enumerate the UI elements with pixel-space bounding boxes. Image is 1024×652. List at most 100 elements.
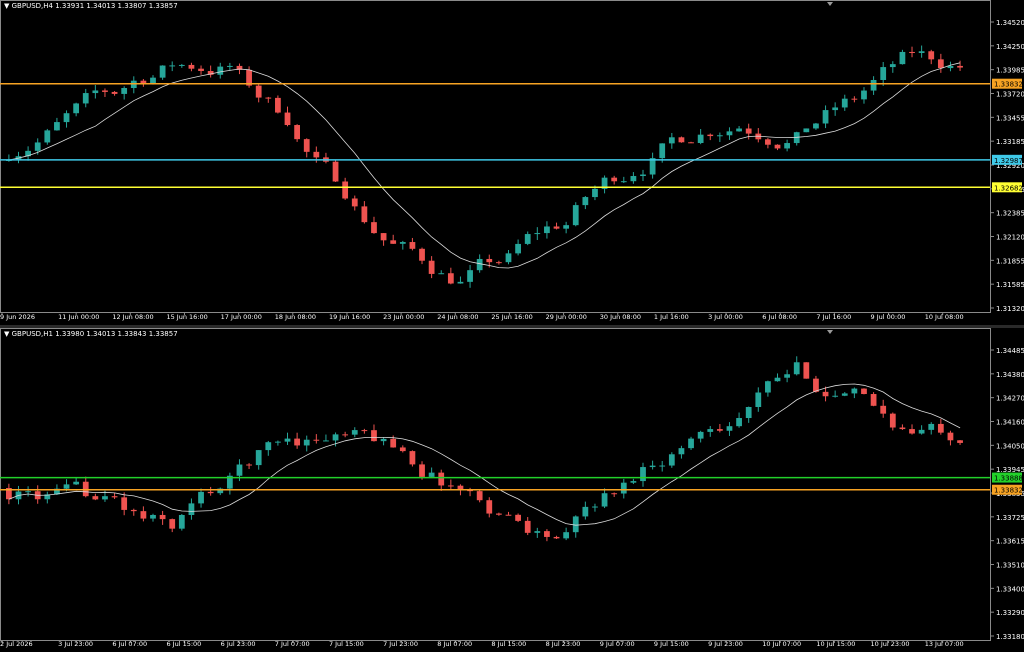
candle-body — [178, 514, 185, 529]
candle-body — [159, 514, 166, 520]
candle-body — [255, 85, 262, 98]
x-tick-label: 2 Jul 2026 — [0, 640, 33, 648]
x-tick-label: 9 Jul 00:00 — [871, 313, 906, 321]
candle-body — [198, 68, 204, 72]
candle-body — [899, 427, 906, 430]
chart-panel-h1[interactable]: 1.34485 1.34380 1.34270 1.34160 1.34050 1.339… — [0, 328, 1024, 652]
y-tick-label: 1.33180 — [996, 633, 1024, 641]
candle-body — [928, 423, 935, 430]
collapse-triangle-icon[interactable]: ▼ — [4, 330, 9, 338]
candle-body — [784, 143, 790, 149]
y-tick-label: 1.34520 — [996, 19, 1024, 27]
x-tick-label: 3 Jul 00:00 — [708, 313, 743, 321]
candle-body — [813, 123, 819, 129]
candle-body — [659, 465, 666, 467]
candle-body — [82, 481, 89, 497]
candle-body — [169, 65, 176, 67]
candle-body — [323, 440, 329, 442]
x-tick-label: 6 Jul 07:00 — [112, 640, 147, 648]
candle-body — [198, 491, 204, 504]
candle-body — [880, 67, 887, 80]
candle-body — [918, 51, 925, 53]
candle-body — [255, 450, 262, 466]
candle-body — [851, 388, 858, 394]
candle-body — [544, 531, 550, 537]
candle-body — [620, 482, 627, 494]
symbol-line-h4: GBPUSD,H4 1.33931 1.34013 1.33807 1.3385… — [11, 2, 178, 10]
candle-body — [54, 122, 60, 131]
candle-body — [332, 161, 339, 182]
h4-chart-canvas[interactable]: 1.34520 1.34250 1.33985 1.33720 1.33455 1.331… — [0, 0, 1024, 325]
candle-body — [640, 174, 646, 177]
candle-body — [582, 197, 589, 206]
candle-body — [861, 90, 867, 100]
candle-body — [34, 142, 41, 151]
candle-body — [63, 113, 70, 123]
candle-body — [275, 97, 281, 113]
level-price-label: 1.33832 — [994, 81, 1023, 89]
chart-panel-h4[interactable]: 1.34520 1.34250 1.33985 1.33720 1.33455 1.331… — [0, 0, 1024, 325]
candle-body — [707, 429, 714, 432]
candle-body — [889, 64, 896, 68]
x-tick-label: 8 Jul 07:00 — [437, 640, 472, 648]
candle-body — [813, 378, 819, 392]
candle-body — [313, 439, 320, 441]
y-tick-label: 1.34485 — [996, 347, 1024, 355]
candle-body — [380, 233, 387, 241]
x-tick-label: 30 Jun 08:00 — [600, 313, 641, 321]
candle-body — [793, 362, 800, 375]
candle-body — [803, 128, 810, 133]
candle-body — [678, 137, 685, 143]
x-tick-label: 6 Jul 23:00 — [221, 640, 256, 648]
candle-body — [880, 405, 887, 414]
x-tick-label: 7 Jul 16:00 — [816, 313, 851, 321]
x-tick-label: 7 Jul 07:00 — [275, 640, 310, 648]
candle-body — [236, 464, 243, 476]
candle-body — [688, 438, 694, 449]
candle-body — [44, 130, 51, 143]
candle-body — [611, 177, 618, 182]
candle-body — [150, 77, 156, 84]
candle-body — [726, 131, 733, 136]
candle-body — [294, 438, 300, 446]
candle-body — [688, 142, 694, 144]
collapse-triangle-icon[interactable]: ▼ — [4, 2, 9, 10]
plot-frame — [0, 328, 991, 641]
candle-body — [937, 423, 944, 433]
x-tick-label: 1 Jul 16:00 — [654, 313, 689, 321]
y-tick-label: 1.33720 — [996, 91, 1024, 99]
candle-body — [909, 429, 915, 434]
x-tick-label: 10 Jul 23:00 — [871, 640, 910, 648]
candle-body — [707, 134, 714, 137]
candle-body — [668, 137, 675, 144]
y-tick-label: 1.33400 — [996, 585, 1024, 593]
candle-body — [332, 434, 339, 441]
x-tick-label: 23 Jun 00:00 — [383, 313, 424, 321]
level-price-label: 1.33888 — [994, 475, 1023, 483]
candle-body — [572, 516, 579, 533]
candle-body — [476, 491, 483, 501]
candle-body — [246, 464, 252, 466]
x-tick-label: 10 Jul 15:00 — [816, 640, 855, 648]
candle-body — [515, 243, 521, 254]
candle-body — [361, 430, 368, 432]
candle-body — [130, 509, 137, 512]
candle-body — [870, 79, 877, 91]
candle-body — [553, 536, 560, 539]
x-tick-label: 9 Jul 15:00 — [654, 640, 689, 648]
candle-body — [909, 51, 915, 53]
candle-body — [140, 511, 147, 519]
candle-body — [726, 426, 733, 431]
y-tick-label: 1.33510 — [996, 562, 1024, 570]
candle-body — [217, 66, 224, 75]
candle-body — [861, 388, 867, 395]
candle-body — [303, 139, 310, 152]
candle-body — [505, 253, 512, 263]
candle-body — [121, 497, 128, 510]
h1-chart-canvas[interactable]: 1.344851.343801.342701.341601.340501.339… — [0, 328, 1024, 652]
candle-body — [25, 491, 31, 493]
candle-body — [505, 514, 512, 516]
x-tick-label: 13 Jul 07:00 — [925, 640, 964, 648]
candle-body — [486, 258, 493, 263]
moving-average-line — [8, 383, 961, 526]
